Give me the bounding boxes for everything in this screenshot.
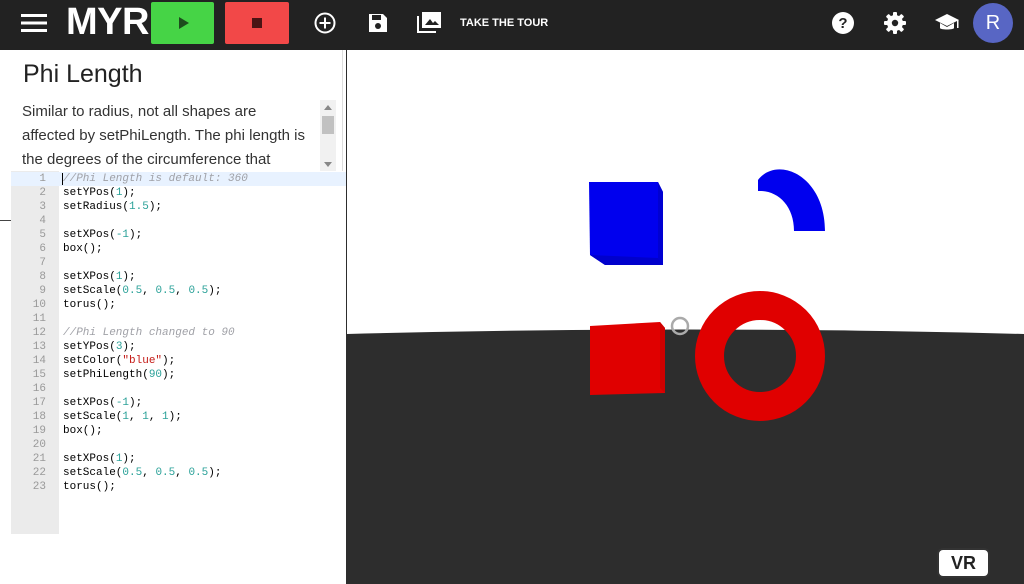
scroll-thumb[interactable] — [322, 116, 334, 134]
code-line[interactable]: 13 setYPos(3); — [11, 340, 346, 354]
code-line[interactable]: 11 — [11, 312, 346, 326]
code-text: setXPos(-1); — [63, 229, 143, 241]
code-text: torus(); — [63, 299, 116, 311]
code-line[interactable]: 9 setScale(0.5, 0.5, 0.5); — [11, 284, 346, 298]
blue-box — [589, 182, 663, 265]
line-number: 21 — [32, 453, 46, 465]
code-text: setScale(0.5, 0.5, 0.5); — [63, 285, 222, 297]
line-number: 20 — [32, 439, 46, 451]
reference-title: Phi Length — [23, 60, 143, 88]
line-number: 9 — [39, 285, 46, 297]
line-number: 16 — [32, 383, 46, 395]
code-text: box(); — [63, 425, 103, 437]
code-line[interactable]: 4 — [11, 214, 346, 228]
vr-button[interactable]: VR — [937, 548, 990, 578]
save-icon[interactable] — [364, 9, 392, 37]
code-text: setXPos(1); — [63, 453, 136, 465]
take-the-tour-link[interactable]: TAKE THE TOUR — [460, 12, 548, 34]
scroll-down-arrow-icon[interactable] — [324, 162, 332, 167]
code-line[interactable]: 14 setColor("blue"); — [11, 354, 346, 368]
scene-ground — [347, 329, 1024, 584]
code-editor[interactable]: 1 //Phi Length is default: 360 2 setYPos(1)… — [11, 171, 346, 534]
line-number: 22 — [32, 467, 46, 479]
red-box — [590, 322, 665, 395]
code-text: torus(); — [63, 481, 116, 493]
top-toolbar: MYR TAKE THE TOUR ? R — [0, 0, 1024, 50]
line-number: 13 — [32, 341, 46, 353]
line-number: 11 — [32, 313, 46, 325]
code-text: box(); — [63, 243, 103, 255]
line-number: 5 — [39, 229, 46, 241]
line-number: 15 — [32, 369, 46, 381]
code-text: //Phi Length is default: 360 — [63, 173, 248, 185]
line-number: 18 — [32, 411, 46, 423]
stop-icon — [252, 18, 262, 28]
code-text: setScale(0.5, 0.5, 0.5); — [63, 467, 222, 479]
run-button[interactable] — [151, 2, 214, 44]
code-text: setYPos(1); — [63, 187, 136, 199]
app-logo: MYR — [66, 1, 149, 43]
code-line[interactable]: 22 setScale(0.5, 0.5, 0.5); — [11, 466, 346, 480]
line-number: 14 — [32, 355, 46, 367]
play-icon — [178, 17, 189, 29]
line-number: 10 — [32, 299, 46, 311]
code-line[interactable]: 6 box(); — [11, 242, 346, 256]
line-number: 4 — [39, 215, 46, 227]
line-number: 23 — [32, 481, 46, 493]
code-line[interactable]: 20 — [11, 438, 346, 452]
code-line[interactable]: 8 setXPos(1); — [11, 270, 346, 284]
text-cursor — [62, 173, 63, 185]
code-text: setYPos(3); — [63, 341, 136, 353]
add-icon[interactable] — [311, 9, 339, 37]
code-line[interactable]: 19 box(); — [11, 424, 346, 438]
code-line[interactable]: 21 setXPos(1); — [11, 452, 346, 466]
code-line[interactable]: 5 setXPos(-1); — [11, 228, 346, 242]
code-text: setXPos(-1); — [63, 397, 143, 409]
code-line[interactable]: 17 setXPos(-1); — [11, 396, 346, 410]
line-number: 19 — [32, 425, 46, 437]
line-number: 8 — [39, 271, 46, 283]
collection-icon[interactable] — [415, 9, 443, 37]
avatar[interactable]: R — [973, 3, 1013, 43]
svg-text:?: ? — [838, 15, 847, 32]
line-number: 6 — [39, 243, 46, 255]
code-text: setScale(1, 1, 1); — [63, 411, 182, 423]
code-line[interactable]: 12 //Phi Length changed to 90 — [11, 326, 346, 340]
code-text: setRadius(1.5); — [63, 201, 163, 213]
line-number: 12 — [32, 327, 46, 339]
line-number: 17 — [32, 397, 46, 409]
school-icon[interactable] — [932, 9, 962, 37]
scroll-up-arrow-icon[interactable] — [324, 105, 332, 110]
code-text: setPhiLength(90); — [63, 369, 176, 381]
code-line[interactable]: 15 setPhiLength(90); — [11, 368, 346, 382]
line-number: 1 — [39, 173, 46, 185]
code-line[interactable]: 18 setScale(1, 1, 1); — [11, 410, 346, 424]
stop-button[interactable] — [225, 2, 289, 44]
reference-body: Similar to radius, not all shapes are af… — [22, 103, 305, 168]
code-line[interactable]: 2 setYPos(1); — [11, 186, 346, 200]
code-line[interactable]: 3 setRadius(1.5); — [11, 200, 346, 214]
gear-icon[interactable] — [881, 9, 909, 37]
code-text: setColor("blue"); — [63, 355, 176, 367]
code-line[interactable]: 7 — [11, 256, 346, 270]
code-line[interactable]: 1 //Phi Length is default: 360 — [11, 172, 346, 186]
help-icon[interactable]: ? — [829, 9, 857, 37]
reference-scrollbar[interactable] — [320, 100, 336, 172]
code-text: //Phi Length changed to 90 — [63, 327, 235, 339]
code-line[interactable]: 16 — [11, 382, 346, 396]
code-line[interactable]: 23 torus(); — [11, 480, 346, 494]
line-number: 2 — [39, 187, 46, 199]
code-text: setXPos(1); — [63, 271, 136, 283]
scene-sky — [347, 50, 1024, 334]
line-number: 7 — [39, 257, 46, 269]
scene-viewport[interactable] — [347, 50, 1024, 584]
line-number: 3 — [39, 201, 46, 213]
code-line[interactable]: 10 torus(); — [11, 298, 346, 312]
menu-icon[interactable] — [18, 10, 50, 36]
